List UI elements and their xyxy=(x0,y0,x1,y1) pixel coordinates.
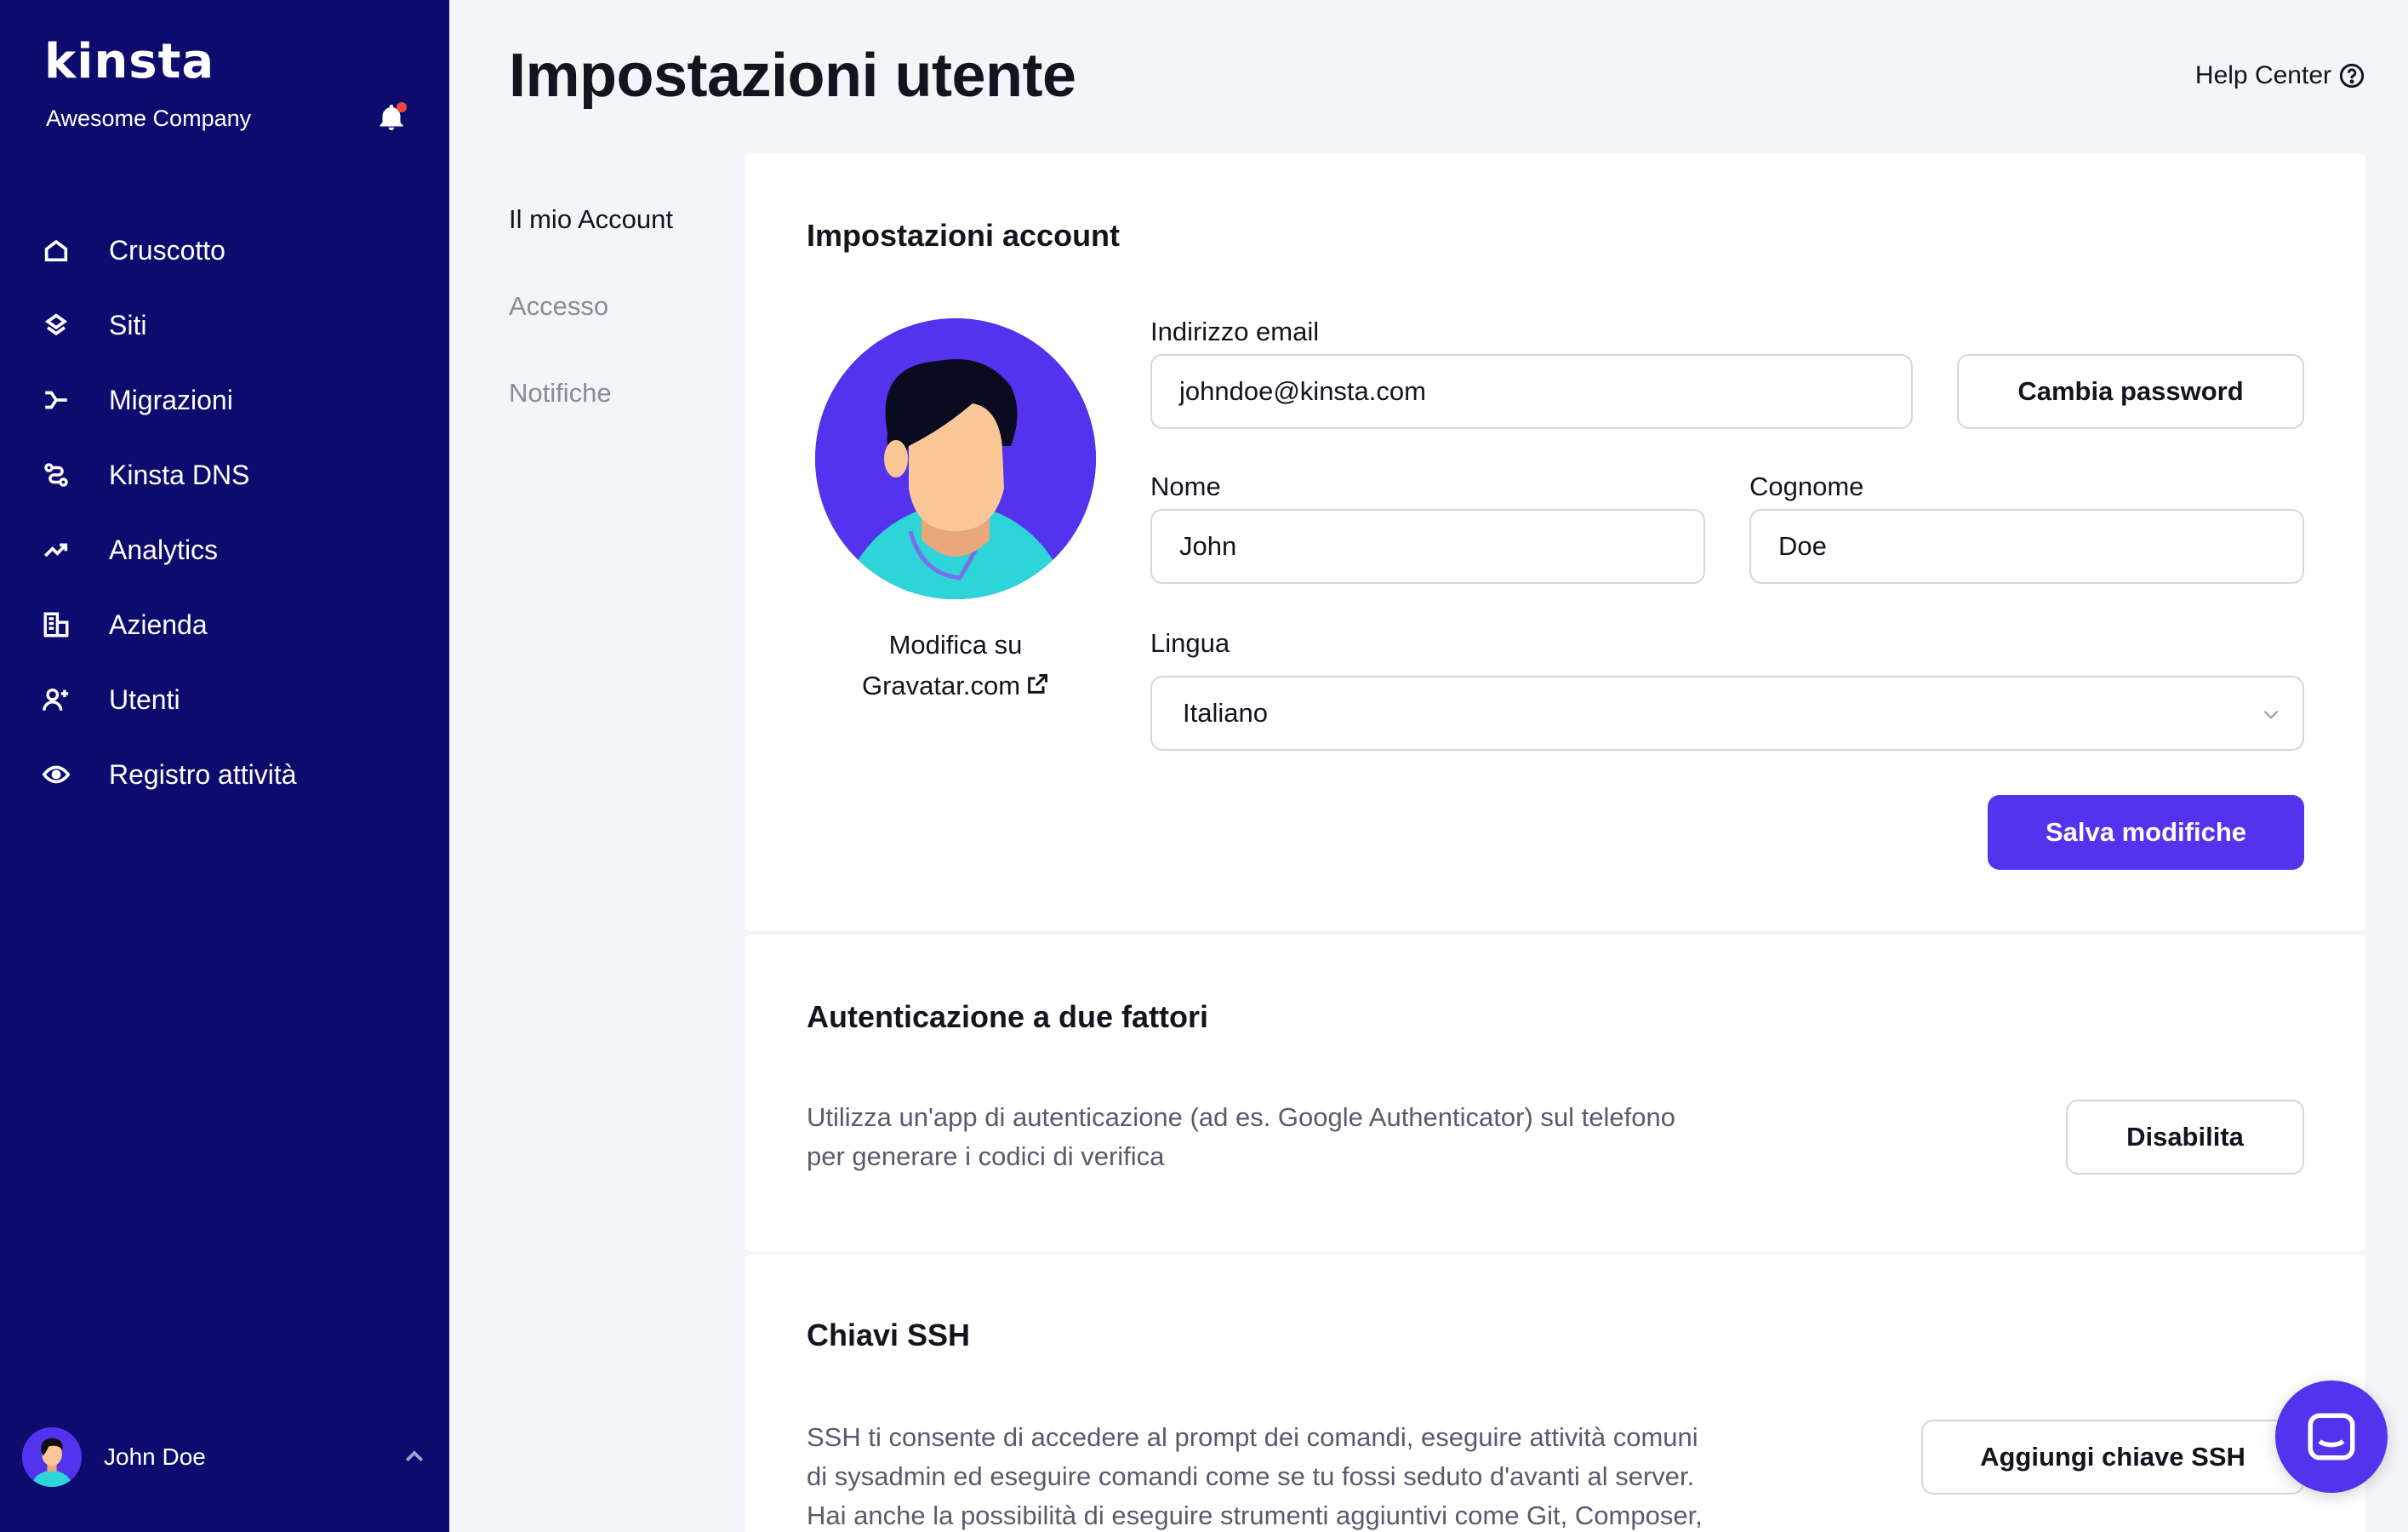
sidebar-item-label: Migrazioni xyxy=(109,384,233,415)
sidebar-item-siti[interactable]: Siti xyxy=(0,288,449,363)
gravatar-line1: Modifica su xyxy=(888,630,1023,660)
last-name-field[interactable]: Doe xyxy=(1749,509,2304,584)
chevron-down-icon xyxy=(2263,710,2279,719)
two-factor-desc-line1: Utilizza un'app di autenticazione (ad es… xyxy=(807,1102,1675,1132)
external-link-icon xyxy=(1028,673,1048,694)
page-title: Impostazioni utente xyxy=(509,42,1076,110)
ssh-description: SSH ti consente di accedere al prompt de… xyxy=(807,1418,1703,1532)
sidebar-item-registro-attivita[interactable]: Registro attività xyxy=(0,737,449,812)
question-circle-icon xyxy=(2339,63,2365,89)
language-value: Italiano xyxy=(1183,698,1268,728)
ssh-desc-line1: SSH ti consente di accedere al prompt de… xyxy=(807,1422,1698,1452)
sidebar-item-cruscotto[interactable]: Cruscotto xyxy=(0,213,449,288)
ssh-keys-title: Chiavi SSH xyxy=(807,1318,971,1352)
sidebar-item-utenti[interactable]: Utenti xyxy=(0,662,449,737)
account-subnav: Il mio Account Accesso Notifiche xyxy=(509,204,673,465)
ssh-keys-card: Chiavi SSH SSH ti consente di accedere a… xyxy=(745,1255,2365,1532)
add-ssh-key-button[interactable]: Aggiungi chiave SSH xyxy=(1921,1420,2304,1495)
sidebar-item-label: Utenti xyxy=(109,683,180,715)
sidebar-item-label: Analytics xyxy=(109,534,219,565)
avatar xyxy=(22,1427,82,1487)
migration-icon xyxy=(39,383,73,417)
sidebar-item-azienda[interactable]: Azienda xyxy=(0,587,449,662)
sidebar-nav: Cruscotto Siti Migrazioni Kinsta DNS Ana… xyxy=(0,213,449,812)
eye-icon xyxy=(39,757,73,792)
user-menu[interactable]: John Doe xyxy=(22,1426,427,1488)
building-icon xyxy=(39,608,73,642)
change-password-button[interactable]: Cambia password xyxy=(1957,354,2304,429)
two-factor-desc-line2: per generare i codici di verifica xyxy=(807,1141,1165,1171)
user-name: John Doe xyxy=(104,1443,206,1470)
subnav-notifications[interactable]: Notifiche xyxy=(509,378,673,409)
account-settings-card: Impostazioni account Modifica su Gravata… xyxy=(745,153,2365,931)
sidebar-item-migrazioni[interactable]: Migrazioni xyxy=(0,363,449,437)
gravatar-link[interactable]: Modifica su Gravatar.com xyxy=(807,625,1104,706)
last-name-label: Cognome xyxy=(1749,472,1864,501)
help-center-label: Help Center xyxy=(2194,61,2331,89)
sidebar-item-label: Azienda xyxy=(109,609,208,640)
account-settings-title: Impostazioni account xyxy=(807,218,1121,253)
ssh-desc-line2: di sysadmin ed eseguire comandi come se … xyxy=(807,1461,1695,1491)
user-add-icon xyxy=(39,683,73,717)
subnav-my-account[interactable]: Il mio Account xyxy=(509,204,673,235)
ssh-desc-line3: Hai anche la possibilità di eseguire str… xyxy=(807,1501,1703,1530)
notification-dot xyxy=(397,102,407,112)
sidebar-item-analytics[interactable]: Analytics xyxy=(0,512,449,587)
sidebar: kinsta Awesome Company Cruscotto Siti Mi… xyxy=(0,0,449,1532)
kinsta-logo[interactable]: kinsta xyxy=(44,34,214,89)
dns-icon xyxy=(39,458,73,492)
first-name-field[interactable]: John xyxy=(1150,509,1705,584)
help-center-link[interactable]: Help Center xyxy=(2195,61,2365,90)
two-factor-card: Autenticazione a due fattori Utilizza un… xyxy=(745,935,2365,1251)
sidebar-item-label: Cruscotto xyxy=(109,234,225,266)
company-name: Awesome Company xyxy=(46,106,252,131)
language-label: Lingua xyxy=(1150,628,1230,658)
disable-2fa-button[interactable]: Disabilita xyxy=(2066,1100,2304,1175)
notification-bell-icon[interactable] xyxy=(376,102,407,133)
subnav-access[interactable]: Accesso xyxy=(509,291,673,322)
two-factor-title: Autenticazione a due fattori xyxy=(807,999,1209,1034)
trend-icon xyxy=(39,533,73,567)
home-icon xyxy=(39,233,73,267)
chevron-up-icon[interactable] xyxy=(402,1444,427,1470)
save-changes-button[interactable]: Salva modifiche xyxy=(1988,795,2304,870)
gravatar-line2: Gravatar.com xyxy=(861,671,1021,700)
chat-icon xyxy=(2308,1413,2355,1461)
two-factor-description: Utilizza un'app di autenticazione (ad es… xyxy=(807,1098,1675,1176)
layers-icon xyxy=(39,308,73,342)
sidebar-item-kinsta-dns[interactable]: Kinsta DNS xyxy=(0,437,449,512)
profile-avatar xyxy=(815,318,1096,599)
email-field[interactable]: johndoe@kinsta.com xyxy=(1150,354,1913,429)
language-select[interactable]: Italiano xyxy=(1150,676,2304,751)
first-name-label: Nome xyxy=(1150,472,1221,501)
sidebar-item-label: Kinsta DNS xyxy=(109,459,250,490)
sidebar-item-label: Registro attività xyxy=(109,758,297,790)
sidebar-item-label: Siti xyxy=(109,309,147,340)
chat-launcher-button[interactable] xyxy=(2275,1381,2388,1493)
email-label: Indirizzo email xyxy=(1150,317,1320,346)
